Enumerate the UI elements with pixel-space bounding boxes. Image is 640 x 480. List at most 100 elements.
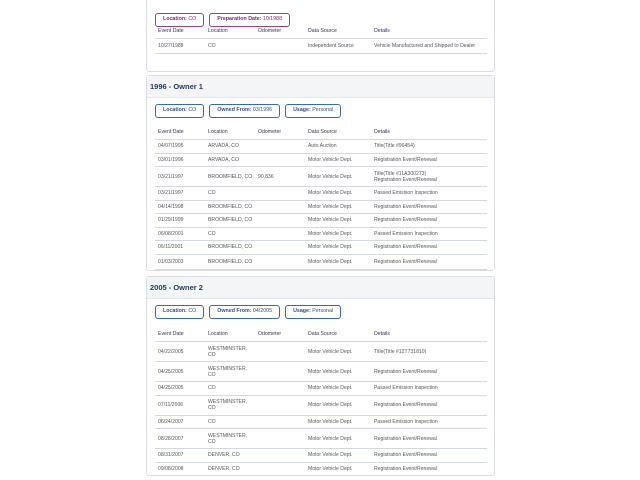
- table-cell: ARVADA, CO: [208, 156, 239, 163]
- table-row: 08/28/2007 WESTMINSTER, CO Motor Vehicle D…: [155, 429, 487, 449]
- history-card: Location: CO Preparation Date: 10/1988 Eve…: [146, 0, 495, 72]
- table-cell: WESTMINSTER, CO: [208, 345, 248, 358]
- info-chip[interactable]: Preparation Date: 10/1988: [209, 13, 291, 27]
- table-row: 01/29/1999 BROOMFIELD, CO Motor Vehicle De…: [155, 214, 487, 228]
- column-header: Location: [208, 331, 228, 337]
- table-cell: 04/22/2005: [158, 348, 184, 355]
- chip-label: Preparation Date:: [217, 16, 262, 22]
- table-cell: 04/25/2005: [158, 385, 184, 392]
- chip-label: Owned From:: [217, 308, 252, 314]
- events-table: Event Date Location Odometer Data Source Det…: [155, 27, 487, 54]
- table-row: 06/11/2001 BROOMFIELD, CO Motor Vehicle De…: [155, 241, 487, 255]
- column-header: Event Date: [158, 129, 184, 135]
- table-cell: Title(Title #12T731810): [374, 348, 427, 355]
- column-header: Odometer: [258, 28, 282, 34]
- table-cell: Independent Source: [308, 43, 354, 49]
- table-row: 07/11/2006 WESTMINSTER, CO Motor Vehicle D…: [155, 396, 487, 416]
- chip-value: CO: [188, 107, 197, 113]
- column-header: Location: [208, 129, 228, 135]
- table-cell: Motor Vehicle Dept.: [308, 203, 353, 210]
- info-chips: Location: CO Owned From: 03/1996 Usage: Pe…: [155, 104, 342, 118]
- table-cell: Registration Event/Renewal: [374, 258, 437, 265]
- table-row: 03/01/1996 ARVADA, CO Motor Vehicle Dept. R…: [155, 154, 487, 167]
- table-row: 06/24/2007 CO Motor Vehicle Dept. Passed Em…: [155, 416, 487, 429]
- table-row: 03/21/1997 CO Motor Vehicle Dept. Passed Em…: [155, 187, 487, 201]
- table-cell: Motor Vehicle Dept.: [308, 452, 353, 459]
- table-cell: CO: [208, 230, 216, 237]
- info-chip[interactable]: Location: CO: [155, 13, 205, 27]
- table-cell: Passed Emission Inspection: [374, 230, 438, 237]
- table-cell: Vehicle Manufactured and Shipped to Deal…: [374, 43, 476, 49]
- table-cell: 03/01/1996: [158, 156, 184, 163]
- column-header: Details: [374, 331, 390, 337]
- table-row: 04/25/2005 WESTMINSTER, CO Motor Vehicle D…: [155, 362, 487, 382]
- column-header: Location: [208, 28, 228, 34]
- table-cell: CO: [208, 43, 216, 49]
- table-cell: 03/21/1997: [158, 173, 184, 180]
- info-chip[interactable]: Owned From: 04/2005: [209, 305, 281, 319]
- table-cell: 08/31/2007: [158, 452, 184, 459]
- table-row: 08/31/2007 DENVER, CO Motor Vehicle Dept. R…: [155, 449, 487, 463]
- table-cell: Motor Vehicle Dept.: [308, 402, 353, 408]
- info-chip[interactable]: Location: CO: [155, 104, 205, 118]
- column-header: Event Date: [158, 28, 184, 34]
- info-chip[interactable]: Usage: Personal: [285, 305, 342, 319]
- table-header: Event Date Location Odometer Data Source Det…: [155, 27, 487, 39]
- table-cell: Registration Event/Renewal: [374, 156, 437, 163]
- table-cell: ARVADA, CO: [208, 143, 239, 150]
- chip-value: CO: [188, 308, 197, 314]
- column-header: Event Date: [158, 331, 184, 337]
- table-cell: BROOMFIELD, CO: [208, 217, 253, 224]
- table-cell: Registration Event/Renewal: [374, 435, 437, 442]
- table-cell: Motor Vehicle Dept.: [308, 173, 353, 180]
- table-cell: DENVER, CO: [208, 452, 240, 459]
- table-cell: 04/07/1995: [158, 143, 184, 150]
- history-card: 2005 - Owner 2 Location: CO Owned From: 04…: [146, 276, 495, 476]
- owner-heading: 1996 - Owner 1: [147, 76, 494, 98]
- column-header: Details: [374, 129, 390, 135]
- table-cell: BROOMFIELD, CO: [208, 173, 253, 180]
- table-cell: DENVER, CO: [208, 465, 240, 472]
- table-cell: 10/27/1988: [158, 43, 184, 49]
- table-header: Event Date Location Odometer Data Source Det…: [155, 128, 487, 140]
- events-table: Event Date Location Odometer Data Source Det…: [155, 330, 487, 476]
- table-cell: Registration Event/Renewal: [374, 203, 437, 210]
- table-cell: Motor Vehicle Dept.: [308, 465, 353, 472]
- table-cell: BROOMFIELD, CO: [208, 258, 253, 265]
- table-cell: Title(Title #11A300273) Registration Eve…: [374, 170, 437, 183]
- table-cell: 06/24/2007: [158, 418, 184, 425]
- info-chip[interactable]: Owned From: 03/1996: [209, 104, 281, 118]
- info-chips: Location: CO Owned From: 04/2005 Usage: Pe…: [155, 305, 342, 319]
- chip-value: CO: [188, 16, 197, 22]
- chip-value: 10/1988: [262, 16, 283, 22]
- column-header: Odometer: [258, 129, 282, 135]
- table-cell: Passed Emission Inspection: [374, 418, 438, 425]
- table-cell: Motor Vehicle Dept.: [308, 230, 353, 237]
- info-chip[interactable]: Location: CO: [155, 305, 205, 319]
- column-header: Data Source: [308, 28, 337, 34]
- table-cell: 08/28/2007: [158, 435, 184, 442]
- table-cell: CO: [208, 190, 216, 197]
- table-row: 04/22/2005 WESTMINSTER, CO Motor Vehicle D…: [155, 342, 487, 362]
- table-cell: Registration Event/Renewal: [374, 465, 437, 472]
- table-row: 04/14/1998 BROOMFIELD, CO Motor Vehicle De…: [155, 201, 487, 214]
- table-cell: Auto Auction: [308, 143, 337, 150]
- table-cell: Motor Vehicle Dept.: [308, 348, 353, 355]
- table-cell: Registration Event/Renewal: [374, 217, 437, 224]
- table-cell: 90,836: [258, 173, 274, 180]
- table-cell: Passed Emission Inspection: [374, 190, 438, 197]
- table-cell: 04/25/2005: [158, 368, 184, 375]
- events-table: Event Date Location Odometer Data Source Det…: [155, 128, 487, 270]
- table-cell: 01/29/1999: [158, 217, 184, 224]
- table-cell: Motor Vehicle Dept.: [308, 368, 353, 375]
- table-cell: Motor Vehicle Dept.: [308, 418, 353, 425]
- table-cell: 06/08/2001: [158, 230, 184, 237]
- table-cell: Motor Vehicle Dept.: [308, 385, 353, 392]
- table-cell: Motor Vehicle Dept.: [308, 244, 353, 251]
- table-cell: Registration Event/Renewal: [374, 368, 437, 375]
- table-row: 03/21/1997 BROOMFIELD, CO 90,836 Motor Vehi…: [155, 167, 487, 187]
- info-chip[interactable]: Usage: Personal: [285, 104, 342, 118]
- table-cell: Motor Vehicle Dept.: [308, 258, 353, 265]
- info-chips: Location: CO Preparation Date: 10/1988: [155, 13, 291, 27]
- chip-label: Location:: [163, 16, 187, 22]
